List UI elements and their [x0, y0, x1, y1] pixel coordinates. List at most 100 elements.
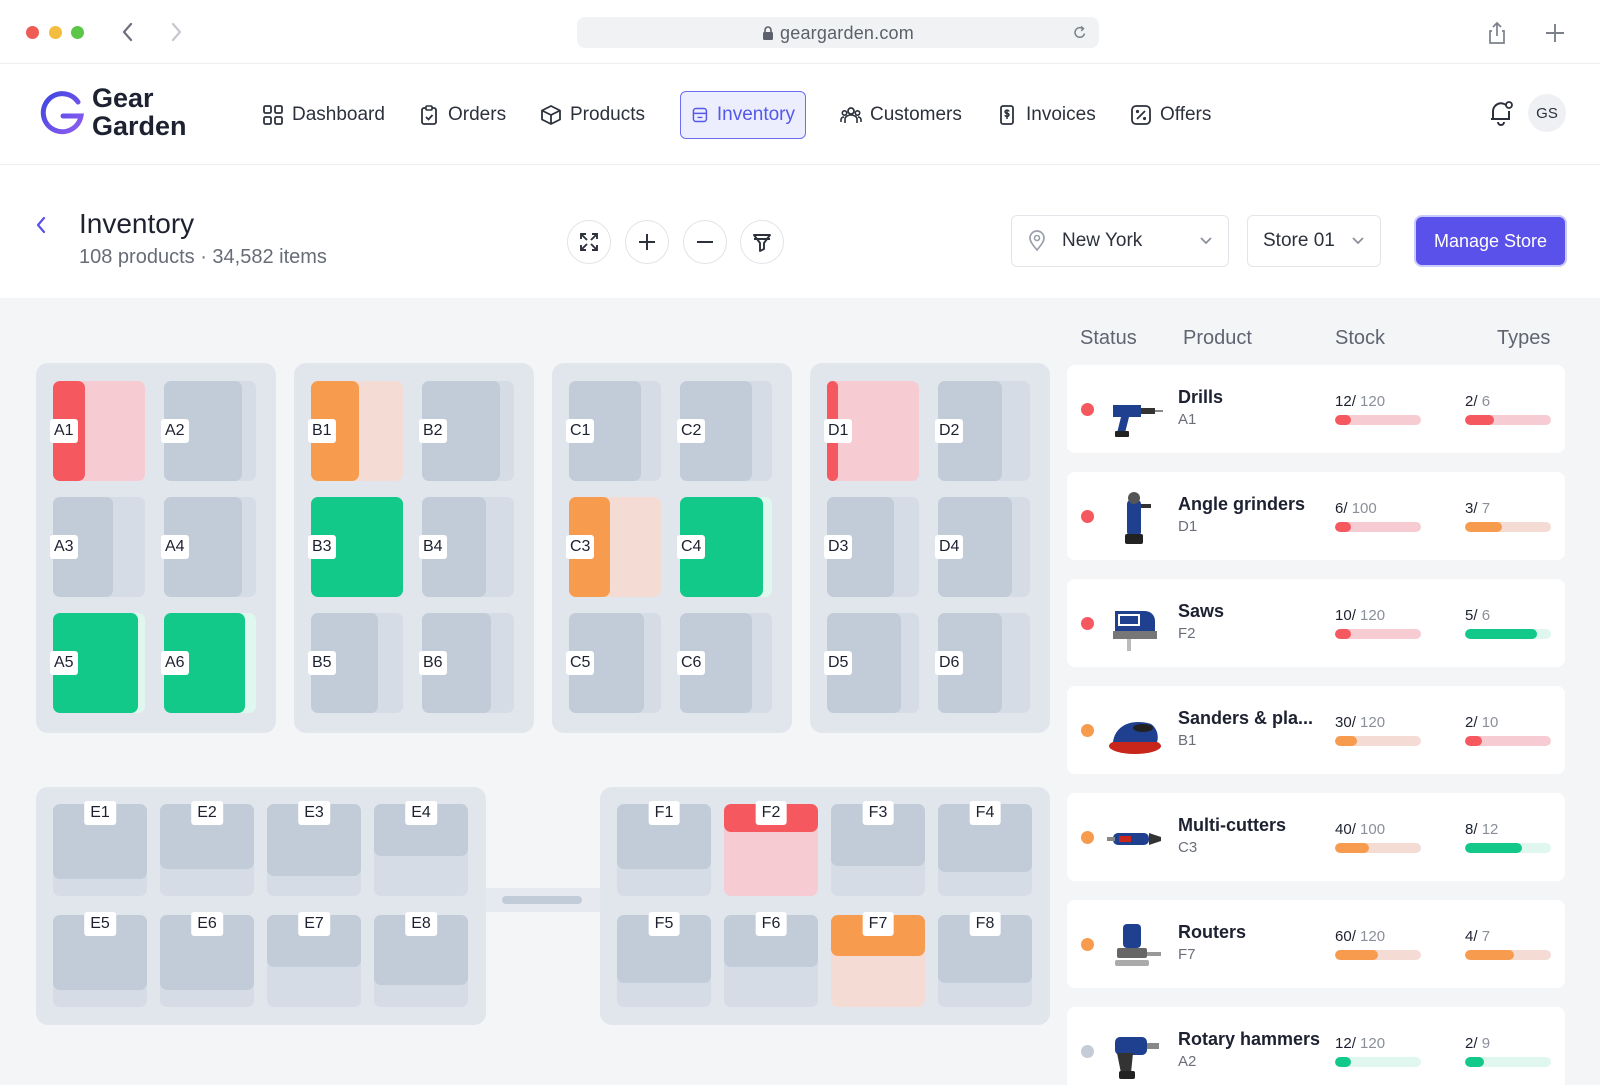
- shelf-label: A4: [161, 535, 189, 559]
- maximize-window-button[interactable]: [71, 26, 84, 39]
- minimize-window-button[interactable]: [49, 26, 62, 39]
- stock-value: 12/ 120: [1335, 1035, 1386, 1052]
- close-window-button[interactable]: [26, 26, 39, 39]
- zoom-out-button[interactable]: [683, 220, 727, 264]
- expand-button[interactable]: [567, 220, 611, 264]
- product-location: A1: [1178, 411, 1197, 428]
- shelf-cell[interactable]: E5: [53, 912, 147, 1007]
- table-row[interactable]: Multi-cutters C3 40/ 100 8/ 12: [1067, 793, 1565, 881]
- store-select[interactable]: Store 01: [1247, 215, 1381, 267]
- gear-garden-logo-icon: [40, 91, 84, 135]
- shelf-label: E8: [405, 912, 437, 936]
- user-avatar[interactable]: GS: [1528, 94, 1566, 132]
- nav-orders[interactable]: Orders: [408, 91, 516, 139]
- shelf-cell[interactable]: F2: [724, 801, 818, 896]
- product-location: A2: [1178, 1053, 1197, 1070]
- shelf-cell[interactable]: F5: [617, 912, 711, 1007]
- filter-button[interactable]: [740, 220, 784, 264]
- shelf-cell[interactable]: B5: [308, 613, 403, 713]
- forward-arrow-icon[interactable]: [164, 18, 188, 46]
- shelf-cell[interactable]: A4: [161, 497, 256, 597]
- types-value: 2/ 9: [1465, 1035, 1491, 1052]
- shelf-cell[interactable]: A3: [50, 497, 145, 597]
- shelf-cell[interactable]: F4: [938, 801, 1032, 896]
- shelf-cell[interactable]: C2: [677, 381, 772, 481]
- types-bar-fill: [1465, 415, 1494, 425]
- shelf-cell[interactable]: C1: [566, 381, 661, 481]
- reload-icon[interactable]: [1073, 25, 1087, 40]
- shelf-cell[interactable]: F1: [617, 801, 711, 896]
- column-header-product[interactable]: Product: [1183, 327, 1252, 350]
- share-icon[interactable]: [1484, 20, 1510, 46]
- column-header-types[interactable]: Types: [1497, 327, 1550, 350]
- stock-bar: [1335, 950, 1421, 960]
- shelf-cell[interactable]: D1: [824, 381, 919, 481]
- table-row[interactable]: Rotary hammers A2 12/ 120 2/ 9: [1067, 1007, 1565, 1085]
- table-row[interactable]: Saws F2 10/ 120 5/ 6: [1067, 579, 1565, 667]
- stock-bar-fill: [1335, 522, 1351, 532]
- shelf-cell[interactable]: E8: [374, 912, 468, 1007]
- shelf-cell[interactable]: D3: [824, 497, 919, 597]
- back-chevron-icon[interactable]: [32, 214, 50, 236]
- product-name: Sanders & pla...: [1178, 708, 1314, 728]
- column-header-status[interactable]: Status: [1080, 327, 1137, 350]
- chevron-down-icon: [1352, 237, 1364, 245]
- shelf-cell[interactable]: F8: [938, 912, 1032, 1007]
- status-dot: [1081, 938, 1094, 951]
- shelf-cell[interactable]: F7: [831, 912, 925, 1007]
- location-select[interactable]: New York: [1011, 215, 1229, 267]
- shelf-label: C1: [566, 419, 595, 443]
- nav-invoices[interactable]: Invoices: [986, 91, 1106, 139]
- shelf-cell[interactable]: F6: [724, 912, 818, 1007]
- table-row[interactable]: Routers F7 60/ 120 4/ 7: [1067, 900, 1565, 988]
- table-row[interactable]: Sanders & pla... B1 30/ 120 2/ 10: [1067, 686, 1565, 774]
- shelf-cell[interactable]: B6: [419, 613, 514, 713]
- back-arrow-icon[interactable]: [116, 18, 140, 46]
- shelf-cell[interactable]: F3: [831, 801, 925, 896]
- new-tab-icon[interactable]: [1542, 20, 1568, 46]
- page-header: Inventory 108 products · 34,582 items Ne…: [0, 166, 1600, 298]
- address-bar[interactable]: geargarden.com: [577, 17, 1099, 48]
- shelf-cell[interactable]: A1: [50, 381, 145, 481]
- product-name: Saws: [1178, 601, 1225, 621]
- manage-store-button[interactable]: Manage Store: [1416, 217, 1565, 265]
- shelf-cell[interactable]: D2: [935, 381, 1030, 481]
- column-header-stock[interactable]: Stock: [1335, 327, 1385, 350]
- shelf-cell[interactable]: D5: [824, 613, 919, 713]
- nav-dashboard[interactable]: Dashboard: [252, 91, 395, 139]
- shelf-cell[interactable]: C5: [566, 613, 661, 713]
- shelf-label: B3: [308, 535, 336, 559]
- table-row[interactable]: Drills A1 12/ 120 2/ 6: [1067, 365, 1565, 453]
- shelf-cell[interactable]: B2: [419, 381, 514, 481]
- shelf-cell[interactable]: E4: [374, 801, 468, 896]
- shelf-label: B4: [419, 535, 447, 559]
- shelf-cell[interactable]: E1: [53, 801, 147, 896]
- shelf-cell[interactable]: C4: [677, 497, 772, 597]
- stock-bar-fill: [1335, 950, 1378, 960]
- shelf-label: A1: [50, 419, 78, 443]
- shelf-cell[interactable]: E6: [160, 912, 254, 1007]
- shelf-cell[interactable]: D6: [935, 613, 1030, 713]
- shelf-cell[interactable]: A2: [161, 381, 256, 481]
- shelf-cell[interactable]: E2: [160, 801, 254, 896]
- nav-inventory[interactable]: Inventory: [680, 91, 806, 139]
- table-row[interactable]: Angle grinders D1 6/ 100 3/ 7: [1067, 472, 1565, 560]
- users-icon: [840, 107, 862, 123]
- nav-products[interactable]: Products: [530, 91, 655, 139]
- drill-icon: [1113, 405, 1163, 437]
- shelf-cell[interactable]: B3: [308, 497, 403, 597]
- shelf-cell[interactable]: E7: [267, 912, 361, 1007]
- shelf-cell[interactable]: D4: [935, 497, 1030, 597]
- shelf-cell[interactable]: C3: [566, 497, 661, 597]
- notification-bell-icon[interactable]: [1487, 98, 1515, 128]
- shelf-cell[interactable]: A6: [161, 613, 256, 713]
- shelf-cell[interactable]: A5: [50, 613, 145, 713]
- shelf-cell[interactable]: E3: [267, 801, 361, 896]
- nav-offers[interactable]: Offers: [1120, 91, 1221, 139]
- shelf-cell[interactable]: B4: [419, 497, 514, 597]
- zoom-in-button[interactable]: [625, 220, 669, 264]
- shelf-cell[interactable]: B1: [308, 381, 403, 481]
- shelf-cell[interactable]: C6: [677, 613, 772, 713]
- stock-bar: [1335, 629, 1421, 639]
- nav-customers[interactable]: Customers: [830, 91, 972, 139]
